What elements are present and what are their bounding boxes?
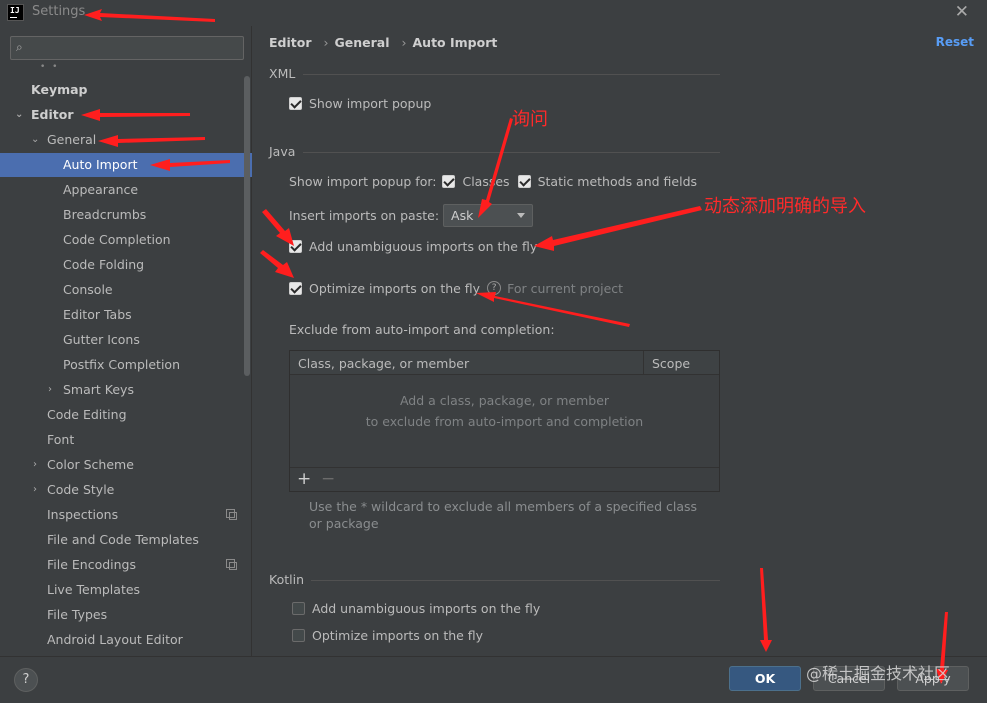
dropdown-arrow-icon: [517, 212, 526, 218]
watermark: @稀土掘金技术社区: [806, 664, 951, 683]
checkbox[interactable]: [289, 239, 302, 253]
sidebar-item-appearance[interactable]: Appearance: [0, 178, 252, 202]
divider: [311, 580, 720, 581]
static-methods-checkbox[interactable]: [517, 174, 531, 188]
insert-on-paste-select[interactable]: Ask: [443, 203, 534, 227]
help-icon[interactable]: ?: [487, 281, 502, 295]
sidebar-item-code-folding[interactable]: Code Folding: [0, 253, 252, 277]
chevron-right-icon[interactable]: ›: [33, 478, 43, 495]
divider: [303, 74, 720, 75]
java-show-popup-for: Show import popup for: Classes Static me…: [289, 173, 698, 189]
sidebar-item-file-and-code-templates[interactable]: File and Code Templates: [0, 528, 252, 552]
checkbox[interactable]: [289, 96, 302, 110]
breadcrumb: Editor › General › Auto Import: [269, 35, 498, 50]
divider: [303, 152, 720, 153]
column-header-class[interactable]: Class, package, or member: [298, 356, 469, 371]
chevron-right-icon: ›: [401, 35, 407, 50]
java-optimize-imports[interactable]: Optimize imports on the fly ? For curren…: [289, 278, 623, 298]
sidebar-item-color-scheme[interactable]: › Color Scheme: [0, 453, 252, 477]
column-header-scope[interactable]: Scope: [643, 351, 719, 375]
checkbox[interactable]: [292, 601, 305, 615]
kotlin-add-unambiguous[interactable]: Add unambiguous imports on the fly: [292, 598, 540, 618]
sidebar-item-inspections[interactable]: Inspections: [0, 503, 252, 527]
add-icon[interactable]: +: [297, 469, 311, 489]
sidebar-scrollbar[interactable]: [244, 76, 250, 376]
sidebar-item-android-layout-editor[interactable]: Android Layout Editor: [0, 628, 252, 652]
section-title-java: Java: [269, 144, 296, 159]
sidebar-item-font[interactable]: Font: [0, 428, 252, 452]
sidebar-item-postfix-completion[interactable]: Postfix Completion: [0, 353, 252, 377]
settings-search[interactable]: ⌕: [10, 36, 244, 60]
sidebar-item-live-templates[interactable]: Live Templates: [0, 578, 252, 602]
sidebar-item-code-completion[interactable]: Code Completion: [0, 228, 252, 252]
remove-icon[interactable]: −: [321, 469, 335, 489]
sidebar-item-keymap[interactable]: Keymap: [0, 78, 252, 102]
sidebar-item-smart-keys[interactable]: › Smart Keys: [0, 378, 252, 402]
chevron-right-icon[interactable]: ›: [33, 453, 43, 470]
settings-sidebar: ⌕ • • Keymap ⌄ Editor ⌄ General Auto Imp…: [0, 26, 252, 656]
table-toolbar: + −: [290, 467, 719, 491]
section-title-xml: XML: [269, 66, 296, 81]
sidebar-item-general[interactable]: ⌄ General: [0, 128, 252, 152]
intellij-logo-icon: IJ: [7, 4, 24, 21]
sidebar-item-console[interactable]: Console: [0, 278, 252, 302]
chevron-right-icon[interactable]: ›: [48, 378, 58, 395]
checkbox[interactable]: [289, 281, 302, 295]
sidebar-item-editor-tabs[interactable]: Editor Tabs: [0, 303, 252, 327]
truncated-item-dots: • •: [40, 62, 60, 72]
table-header: Class, package, or member Scope: [290, 351, 719, 375]
sidebar-item-editor[interactable]: ⌄ Editor: [0, 103, 252, 127]
java-add-unambiguous[interactable]: Add unambiguous imports on the fly: [289, 236, 537, 256]
exclude-label: Exclude from auto-import and completion:: [289, 321, 555, 337]
project-scope-icon: [226, 509, 237, 520]
annotation-dynamic-import: 动态添加明确的导入: [704, 196, 866, 217]
kotlin-optimize-imports[interactable]: Optimize imports on the fly: [292, 625, 483, 645]
sidebar-item-code-style[interactable]: › Code Style: [0, 478, 252, 502]
sidebar-item-auto-import[interactable]: Auto Import: [0, 153, 252, 177]
empty-text-line2: to exclude from auto-import and completi…: [365, 414, 644, 429]
java-insert-on-paste: Insert imports on paste: Ask: [289, 203, 534, 227]
search-icon: ⌕: [16, 40, 23, 54]
checkbox[interactable]: [292, 628, 305, 642]
annotation-ask: 询问: [512, 109, 548, 130]
auto-import-panel: Editor › General › Auto Import Reset XML Sho…: [253, 26, 987, 656]
sidebar-item-file-encodings[interactable]: File Encodings: [0, 553, 252, 577]
project-scope-icon: [226, 559, 237, 570]
empty-text-line1[interactable]: Add a class, package, or member: [290, 393, 719, 408]
title-bar: IJ Settings ✕: [0, 0, 987, 26]
window-title: Settings: [32, 4, 86, 19]
chevron-down-icon[interactable]: ⌄: [15, 103, 25, 120]
section-title-kotlin: Kotlin: [269, 572, 304, 587]
classes-checkbox[interactable]: [442, 174, 456, 188]
chevron-down-icon[interactable]: ⌄: [31, 128, 41, 145]
search-input[interactable]: [35, 39, 235, 57]
close-icon[interactable]: ✕: [955, 2, 969, 22]
sidebar-item-code-editing[interactable]: Code Editing: [0, 403, 252, 427]
help-button[interactable]: ?: [14, 668, 38, 692]
sidebar-item-file-types[interactable]: File Types: [0, 603, 252, 627]
sidebar-item-breadcrumbs[interactable]: Breadcrumbs: [0, 203, 252, 227]
ok-button[interactable]: OK: [729, 666, 801, 691]
xml-show-import-popup[interactable]: Show import popup: [289, 93, 431, 113]
wildcard-hint: Use the * wildcard to exclude all member…: [309, 499, 698, 531]
chevron-right-icon: ›: [323, 35, 329, 50]
exclude-table[interactable]: Class, package, or member Scope Add a cl…: [289, 350, 720, 492]
sidebar-item-gutter-icons[interactable]: Gutter Icons: [0, 328, 252, 352]
reset-link[interactable]: Reset: [936, 35, 974, 49]
